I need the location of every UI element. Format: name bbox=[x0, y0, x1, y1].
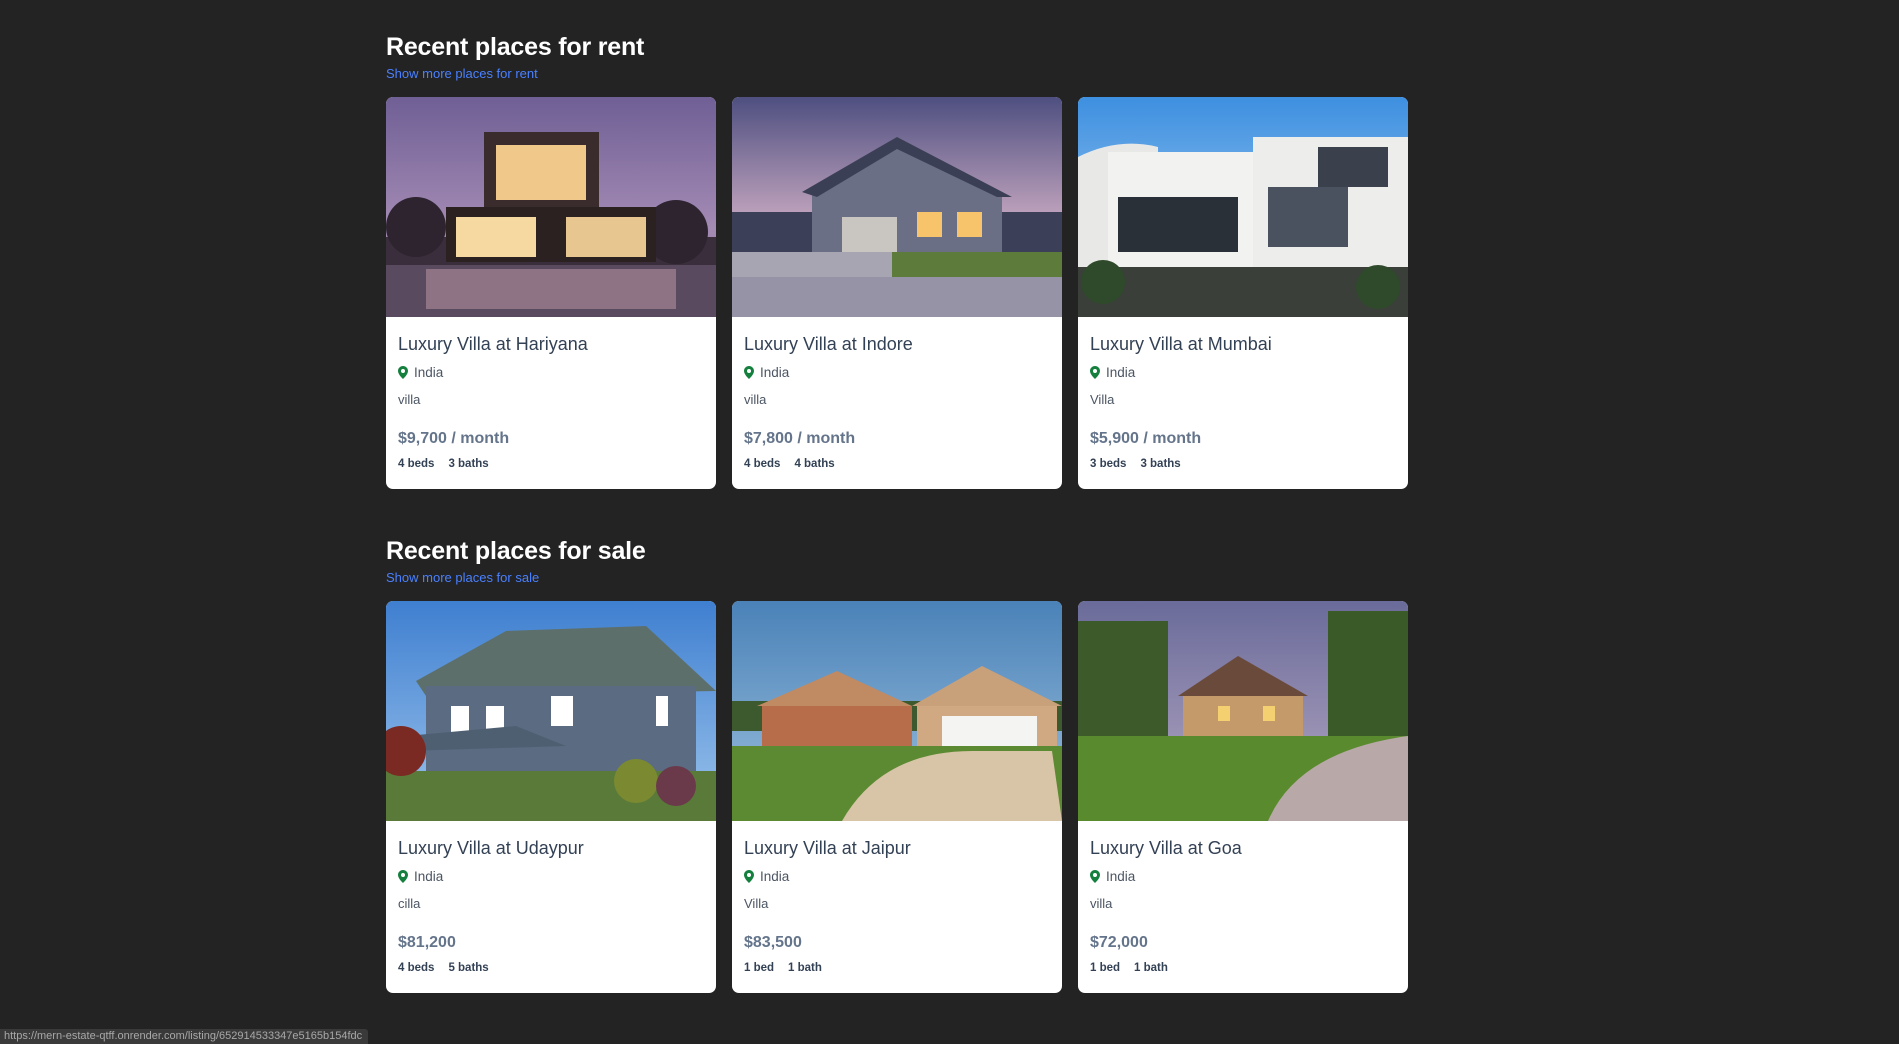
listing-location-text: India bbox=[414, 364, 444, 380]
listing-card[interactable]: Luxury Villa at Goa India villa $72,000 … bbox=[1078, 601, 1408, 993]
listing-location: India bbox=[398, 364, 704, 380]
listing-type: Villa bbox=[744, 896, 769, 911]
listing-meta: 1 bed 1 bath bbox=[744, 962, 1050, 974]
listing-meta: 1 bed 1 bath bbox=[1090, 962, 1396, 974]
map-pin-icon bbox=[398, 869, 408, 883]
listing-meta: 3 beds 3 baths bbox=[1090, 458, 1396, 470]
listing-image[interactable] bbox=[1078, 601, 1408, 821]
listing-baths: 3 baths bbox=[1140, 458, 1181, 470]
listing-card[interactable]: Luxury Villa at Hariyana India villa $9,… bbox=[386, 97, 716, 489]
listing-card[interactable]: Luxury Villa at Indore India villa $7,80… bbox=[732, 97, 1062, 489]
listing-image[interactable] bbox=[732, 97, 1062, 317]
sale-section: Recent places for sale Show more places … bbox=[386, 534, 1410, 993]
listing-card[interactable]: Luxury Villa at Mumbai India Villa $5,90… bbox=[1078, 97, 1408, 489]
listing-title: Luxury Villa at Jaipur bbox=[744, 838, 911, 858]
listing-beds: 4 beds bbox=[744, 458, 781, 470]
listing-location: India bbox=[1090, 364, 1396, 380]
rent-section: Recent places for rent Show more places … bbox=[386, 30, 1410, 489]
listing-price: $83,500 bbox=[744, 934, 802, 951]
listing-location-text: India bbox=[1106, 364, 1136, 380]
sale-cards: Luxury Villa at Udaypur India cilla $81,… bbox=[386, 601, 1410, 993]
listing-price: $5,900 / month bbox=[1090, 430, 1202, 447]
listing-price: $7,800 / month bbox=[744, 430, 856, 447]
listing-price: $81,200 bbox=[398, 934, 456, 951]
listing-location: India bbox=[1090, 868, 1396, 884]
listing-beds: 4 beds bbox=[398, 458, 435, 470]
listing-image[interactable] bbox=[386, 601, 716, 821]
listing-price: $72,000 bbox=[1090, 934, 1148, 951]
listing-location-text: India bbox=[414, 868, 444, 884]
listing-title: Luxury Villa at Mumbai bbox=[1090, 334, 1272, 354]
listing-type: villa bbox=[398, 392, 421, 407]
listing-meta: 4 beds 4 baths bbox=[744, 458, 1050, 470]
listing-image[interactable] bbox=[732, 601, 1062, 821]
rent-section-title: Recent places for rent bbox=[386, 33, 645, 61]
listing-title: Luxury Villa at Hariyana bbox=[398, 334, 588, 354]
listing-location: India bbox=[744, 868, 1050, 884]
listing-type: cilla bbox=[398, 896, 421, 911]
listing-location: India bbox=[398, 868, 704, 884]
listing-type: villa bbox=[744, 392, 767, 407]
listing-title: Luxury Villa at Udaypur bbox=[398, 838, 584, 858]
listing-baths: 1 bath bbox=[1134, 962, 1168, 974]
listing-card[interactable]: Luxury Villa at Jaipur India Villa $83,5… bbox=[732, 601, 1062, 993]
listing-title: Luxury Villa at Indore bbox=[744, 334, 913, 354]
listing-meta: 4 beds 3 baths bbox=[398, 458, 704, 470]
link-status-bar: https://mern-estate-qtff.onrender.com/li… bbox=[0, 1029, 369, 1044]
listing-baths: 4 baths bbox=[794, 458, 835, 470]
rent-cards: Luxury Villa at Hariyana India villa $9,… bbox=[386, 97, 1410, 489]
sale-section-title: Recent places for sale bbox=[386, 537, 646, 565]
listing-beds: 3 beds bbox=[1090, 458, 1127, 470]
listing-location-text: India bbox=[1106, 868, 1136, 884]
listing-image[interactable] bbox=[1078, 97, 1408, 317]
listing-title: Luxury Villa at Goa bbox=[1090, 838, 1242, 858]
map-pin-icon bbox=[398, 365, 408, 379]
listing-location-text: India bbox=[760, 364, 790, 380]
map-pin-icon bbox=[744, 365, 754, 379]
listing-location-text: India bbox=[760, 868, 790, 884]
listing-card[interactable]: Luxury Villa at Udaypur India cilla $81,… bbox=[386, 601, 716, 993]
map-pin-icon bbox=[1090, 365, 1100, 379]
listing-type: villa bbox=[1090, 896, 1113, 911]
listing-baths: 5 baths bbox=[448, 962, 489, 974]
listing-beds: 4 beds bbox=[398, 962, 435, 974]
listing-meta: 4 beds 5 baths bbox=[398, 962, 704, 974]
listing-baths: 3 baths bbox=[448, 458, 489, 470]
listing-image[interactable] bbox=[386, 97, 716, 317]
map-pin-icon bbox=[744, 869, 754, 883]
listing-baths: 1 bath bbox=[788, 962, 822, 974]
listing-type: Villa bbox=[1090, 392, 1115, 407]
listing-beds: 1 bed bbox=[744, 962, 775, 974]
listing-beds: 1 bed bbox=[1090, 962, 1121, 974]
listing-location: India bbox=[744, 364, 1050, 380]
show-more-sale-link[interactable]: Show more places for sale bbox=[386, 570, 539, 586]
map-pin-icon bbox=[1090, 869, 1100, 883]
show-more-rent-link[interactable]: Show more places for rent bbox=[386, 66, 538, 82]
listing-price: $9,700 / month bbox=[398, 430, 510, 447]
